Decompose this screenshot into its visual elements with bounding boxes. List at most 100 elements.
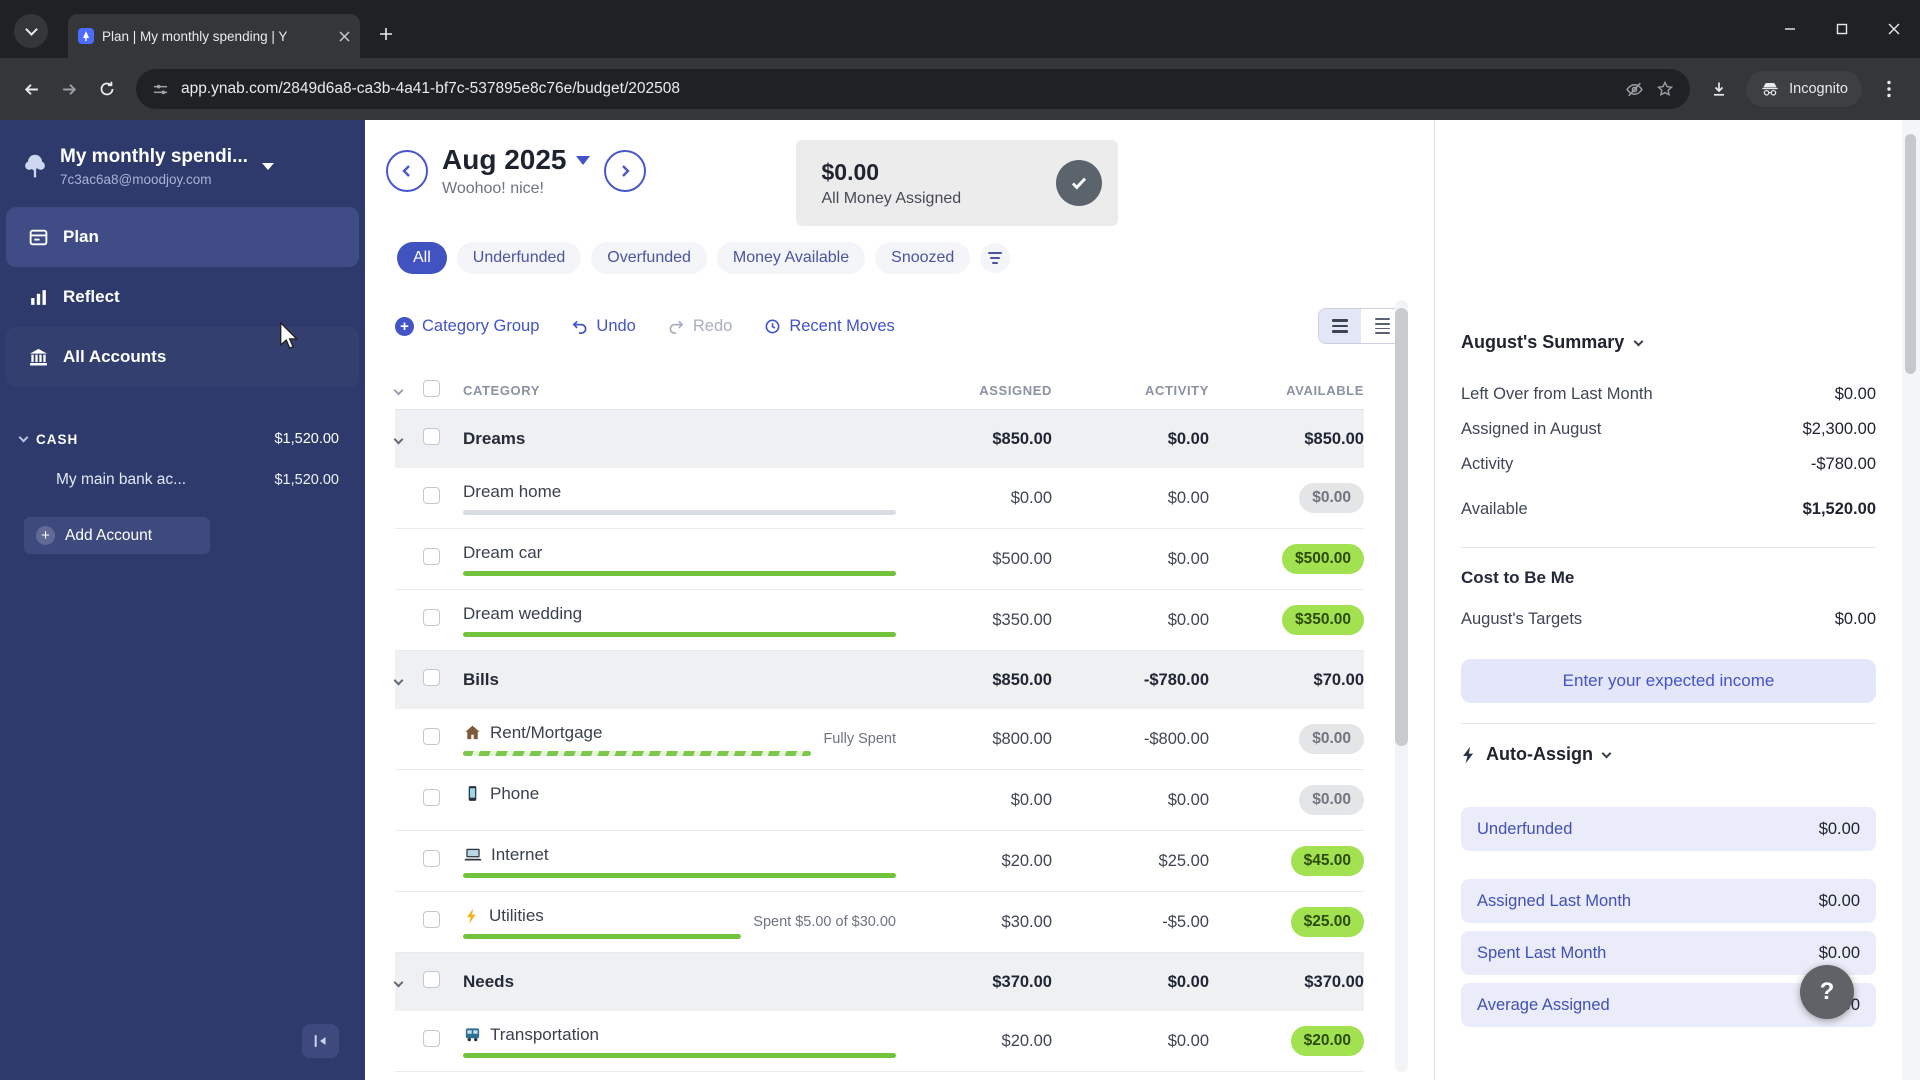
available-pill[interactable]: $20.00 [1290,1026,1364,1056]
group-checkbox[interactable] [423,428,440,445]
download-icon[interactable] [1700,70,1738,108]
auto-assign-header[interactable]: Auto-Assign [1461,744,1876,765]
filter-underfunded[interactable]: Underfunded [456,242,582,274]
assigned-cell[interactable]: $800.00 [922,730,1052,749]
group-row-bills[interactable]: Bills $850.00 -$780.00 $70.00 [393,651,1364,709]
bookmark-star-icon[interactable] [1656,80,1674,98]
url-bar[interactable]: app.ynab.com/2849d6a8-ca3b-4a41-bf7c-537… [136,69,1691,109]
group-row-dreams[interactable]: Dreams $850.00 $0.00 $850.00 [393,410,1364,468]
cash-group-row[interactable]: CASH $1,520.00 [0,419,365,459]
activity-cell[interactable]: -$5.00 [1052,913,1209,932]
summary-header[interactable]: August's Summary [1461,332,1876,353]
enter-expected-income-button[interactable]: Enter your expected income [1461,659,1876,703]
account-row[interactable]: My main bank ac... $1,520.00 [0,459,365,501]
activity-cell[interactable]: -$800.00 [1052,730,1209,749]
assigned-cell[interactable]: $20.00 [922,1032,1052,1051]
assigned-cell[interactable]: $0.00 [922,489,1052,508]
category-name[interactable]: Dream home [463,482,561,502]
add-account-button[interactable]: + Add Account [24,517,210,554]
category-name[interactable]: Internet [491,845,549,865]
group-checkbox[interactable] [423,669,440,686]
filter-options-icon[interactable] [980,243,1011,273]
available-pill[interactable]: $45.00 [1290,846,1364,876]
row-checkbox[interactable] [423,728,440,745]
tab-close-icon[interactable] [339,30,350,42]
default-view-button[interactable] [1319,309,1361,343]
category-name[interactable]: Utilities [489,906,544,926]
eye-off-icon[interactable] [1625,80,1644,99]
next-month-button[interactable] [603,150,646,192]
url-text[interactable]: app.ynab.com/2849d6a8-ca3b-4a41-bf7c-537… [181,80,1613,98]
minimize-button[interactable] [1764,0,1816,58]
menu-kebab-icon[interactable] [1870,70,1908,108]
available-pill[interactable]: $500.00 [1281,544,1364,574]
chevron-down-icon[interactable] [18,432,29,443]
row-checkbox[interactable] [423,911,440,928]
sidebar-item-reflect[interactable]: Reflect [6,267,359,327]
category-name[interactable]: Phone [490,784,539,804]
budget-switcher[interactable]: My monthly spendi... 7c3ac6a8@moodjoy.co… [0,120,365,207]
back-button[interactable] [12,70,50,108]
filter-snoozed[interactable]: Snoozed [875,242,971,274]
chevron-down-icon[interactable] [393,434,404,444]
category-name[interactable]: Dream wedding [463,604,582,624]
page-scrollbar[interactable] [1902,120,1920,1080]
maximize-button[interactable] [1816,0,1868,58]
category-row-dream-wedding[interactable]: Dream wedding $350.00 $0.00 $350.00 [395,590,1364,651]
select-all-checkbox[interactable] [423,379,440,397]
forward-button[interactable] [50,70,88,108]
category-row-utilities[interactable]: Utilities Spent $5.00 of $30.00 $30.00 -… [395,892,1364,953]
activity-cell[interactable]: $0.00 [1052,550,1209,569]
help-button[interactable]: ? [1800,965,1854,1019]
category-row-rent-mortgage[interactable]: Rent/Mortgage Fully Spent $800.00 -$800.… [395,709,1364,770]
auto-assign-row-assigned-last-month[interactable]: Assigned Last Month $0.00 [1461,879,1876,923]
available-pill[interactable]: $350.00 [1281,605,1364,635]
category-row-dream-car[interactable]: Dream car $500.00 $0.00 $500.00 [395,529,1364,590]
reload-button[interactable] [88,70,126,108]
assigned-cell[interactable]: $30.00 [922,913,1052,932]
page-scrollbar-thumb[interactable] [1905,134,1916,374]
chevron-down-icon[interactable] [393,385,404,396]
auto-assign-row-underfunded[interactable]: Underfunded $0.00 [1461,807,1876,851]
row-checkbox[interactable] [423,548,440,565]
assigned-cell[interactable]: $350.00 [922,611,1052,630]
row-checkbox[interactable] [423,487,440,504]
filter-all[interactable]: All [397,242,447,274]
tab-search-button[interactable] [14,14,48,48]
row-checkbox[interactable] [423,609,440,626]
row-checkbox[interactable] [423,789,440,806]
activity-cell[interactable]: $0.00 [1052,611,1209,630]
previous-month-button[interactable] [386,150,428,192]
redo-button[interactable]: Redo [668,317,732,336]
group-row-needs[interactable]: Needs $370.00 $0.00 $370.00 [393,953,1364,1011]
sidebar-item-all-accounts[interactable]: All Accounts [6,327,359,387]
row-checkbox[interactable] [423,850,440,867]
close-button[interactable] [1868,0,1920,58]
category-name[interactable]: Transportation [490,1025,599,1045]
activity-cell[interactable]: $0.00 [1052,1032,1209,1051]
add-category-group-button[interactable]: + Category Group [395,316,539,336]
table-scrollbar-thumb[interactable] [1395,308,1408,746]
filter-money-available[interactable]: Money Available [716,242,866,274]
category-name[interactable]: Rent/Mortgage [490,723,602,743]
category-row-internet[interactable]: Internet $20.00 $25.00 $45.00 [395,831,1364,892]
undo-button[interactable]: Undo [571,317,636,336]
collapse-sidebar-button[interactable] [302,1024,339,1058]
assigned-cell[interactable]: $500.00 [922,550,1052,569]
recent-moves-button[interactable]: Recent Moves [764,317,895,336]
available-pill[interactable]: $0.00 [1299,483,1364,513]
chevron-down-icon[interactable] [393,675,404,685]
activity-cell[interactable]: $25.00 [1052,852,1209,871]
category-name[interactable]: Dream car [463,543,542,563]
month-selector[interactable]: Aug 2025 [442,144,590,176]
category-row-dream-home[interactable]: Dream home $0.00 $0.00 $0.00 [395,468,1364,529]
available-pill[interactable]: $25.00 [1290,907,1364,937]
browser-tab[interactable]: Plan | My monthly spending | Y [68,14,360,58]
activity-cell[interactable]: $0.00 [1052,489,1209,508]
assigned-cell[interactable]: $0.00 [922,791,1052,810]
new-tab-button[interactable] [370,18,402,50]
filter-overfunded[interactable]: Overfunded [591,242,707,274]
assigned-cell[interactable]: $20.00 [922,852,1052,871]
incognito-badge[interactable]: Incognito [1746,71,1862,107]
activity-cell[interactable]: $0.00 [1052,791,1209,810]
